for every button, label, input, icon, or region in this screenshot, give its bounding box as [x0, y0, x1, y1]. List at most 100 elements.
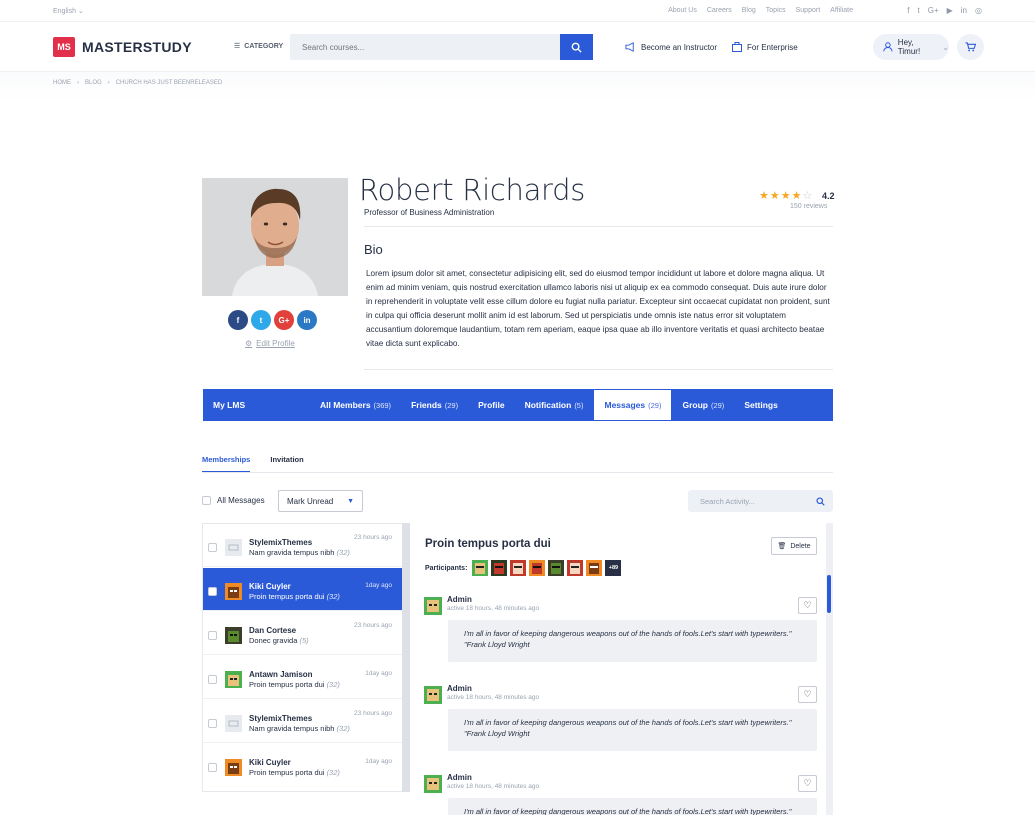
divider: [202, 472, 833, 473]
conversation-time: 23 hours ago: [354, 710, 392, 717]
conversation-time: 1day ago: [365, 670, 392, 677]
participant-avatar[interactable]: [491, 560, 508, 576]
tab-count: (29): [444, 400, 459, 410]
search-activity-placeholder: Search Activity...: [700, 496, 755, 506]
avatar: [225, 583, 242, 600]
checkbox[interactable]: [208, 763, 217, 772]
top-bar: [0, 0, 1035, 22]
twitter-icon[interactable]: t: [251, 310, 271, 330]
top-social-icons: f t G+ ▶ in ◎: [907, 6, 982, 15]
megaphone-icon: [625, 42, 634, 52]
heart-icon: ♡: [803, 689, 812, 699]
like-button[interactable]: ♡: [798, 775, 817, 792]
avatar: [225, 539, 242, 556]
top-link-affiliate[interactable]: Affiliate: [830, 7, 853, 14]
search-icon[interactable]: [816, 496, 825, 506]
all-messages-toggle[interactable]: All Messages: [202, 496, 265, 505]
instagram-icon[interactable]: ◎: [975, 6, 982, 15]
for-enterprise-link[interactable]: For Enterprise: [732, 42, 798, 52]
message-count: (32): [326, 680, 340, 689]
conversation-subject: Proin tempus porta dui (32): [249, 592, 340, 601]
participant-avatar[interactable]: [472, 560, 489, 576]
thread-scrollbar-thumb[interactable]: [827, 575, 831, 613]
message-author: Admin: [447, 595, 472, 604]
checkbox[interactable]: [202, 496, 211, 505]
participant-avatar[interactable]: [548, 560, 565, 576]
participant-avatar[interactable]: [567, 560, 584, 576]
conversation-item[interactable]: StylemixThemes Nam gravida tempus nibh (…: [203, 700, 402, 743]
checkbox[interactable]: [208, 587, 217, 596]
linkedin-icon[interactable]: in: [297, 310, 317, 330]
heart-icon: ♡: [803, 600, 812, 610]
breadcrumb-home[interactable]: HOME: [53, 80, 71, 86]
tab-messages[interactable]: Messages (29): [593, 389, 673, 421]
category-menu[interactable]: ☰ CATEGORY: [234, 42, 283, 51]
tab-my-lms[interactable]: My LMS: [203, 389, 299, 421]
top-link-blog[interactable]: Blog: [742, 7, 756, 14]
tab-all-members[interactable]: All Members (369): [299, 389, 401, 421]
delete-button[interactable]: 🗑 Delete: [771, 537, 817, 555]
tab-notification[interactable]: Notification (5): [515, 389, 594, 421]
like-button[interactable]: ♡: [798, 597, 817, 614]
divider: [364, 369, 833, 370]
message-time: active 18 hours, 48 minutes ago: [447, 605, 540, 612]
cart-button[interactable]: [957, 34, 984, 60]
conversation-time: 1day ago: [365, 758, 392, 765]
top-link-support[interactable]: Support: [796, 7, 821, 14]
become-instructor-link[interactable]: Become an Instructor: [625, 42, 717, 52]
conversation-scrollbar[interactable]: [402, 523, 410, 792]
participant-avatar[interactable]: [510, 560, 527, 576]
logo-mark[interactable]: MS: [53, 37, 75, 57]
divider: [364, 226, 833, 227]
breadcrumb-blog[interactable]: BLOG: [85, 80, 102, 86]
conversation-item[interactable]: StylemixThemes Nam gravida tempus nibh (…: [203, 524, 402, 567]
tab-profile[interactable]: Profile: [468, 389, 514, 421]
tab-friends[interactable]: Friends (29): [401, 389, 468, 421]
search-activity-input[interactable]: Search Activity...: [688, 490, 833, 512]
youtube-icon[interactable]: ▶: [947, 6, 953, 15]
edit-profile-link[interactable]: ⚙ Edit Profile: [245, 339, 295, 348]
rating-value: 4.2: [822, 191, 835, 201]
participants-label: Participants:: [425, 564, 468, 572]
participant-avatar[interactable]: [529, 560, 546, 576]
chevron-down-icon: ⌄: [77, 8, 84, 15]
google-plus-icon[interactable]: G+: [274, 310, 294, 330]
thread-scrollbar[interactable]: [826, 523, 833, 815]
top-link-about[interactable]: About Us: [668, 7, 697, 14]
facebook-icon[interactable]: f: [228, 310, 248, 330]
subject-text: Nam gravida tempus nibh: [249, 548, 335, 557]
checkbox[interactable]: [208, 631, 217, 640]
conversation-item[interactable]: Kiki Cuyler Proin tempus porta dui (32) …: [203, 568, 402, 611]
participants-more-badge[interactable]: +89: [605, 560, 622, 576]
linkedin-icon[interactable]: in: [961, 6, 967, 15]
twitter-icon[interactable]: t: [917, 6, 919, 15]
checkbox[interactable]: [208, 719, 217, 728]
user-menu[interactable]: Hey, Timur! ⌄: [873, 34, 949, 60]
search-input[interactable]: [290, 34, 560, 60]
logo-text[interactable]: MASTERSTUDY: [82, 39, 192, 55]
tab-count: (369): [373, 400, 392, 410]
tab-group[interactable]: Group (29): [672, 389, 734, 421]
star-icon: ★: [780, 190, 791, 202]
search-button[interactable]: [560, 34, 593, 60]
tab-settings[interactable]: Settings: [734, 389, 788, 421]
subtab-memberships[interactable]: Memberships: [202, 455, 251, 473]
google-plus-icon[interactable]: G+: [928, 6, 939, 15]
tab-label: Group: [682, 400, 708, 410]
tab-count: (5): [574, 400, 584, 410]
like-button[interactable]: ♡: [798, 686, 817, 703]
checkbox[interactable]: [208, 675, 217, 684]
participant-avatar[interactable]: [586, 560, 603, 576]
conversation-item[interactable]: Kiki Cuyler Proin tempus porta dui (32) …: [203, 744, 402, 787]
checkbox[interactable]: [208, 543, 217, 552]
conversation-item[interactable]: Dan Cortese Donec gravida (5) 23 hours a…: [203, 612, 402, 655]
avatar: [225, 627, 242, 644]
language-selector[interactable]: English ⌄: [53, 7, 84, 15]
conversation-item[interactable]: Antawn Jamison Proin tempus porta dui (3…: [203, 656, 402, 699]
cart-icon: [965, 42, 976, 52]
facebook-icon[interactable]: f: [907, 6, 909, 15]
top-link-topics[interactable]: Topics: [766, 7, 786, 14]
mark-unread-select[interactable]: Mark Unread ▼: [278, 490, 363, 512]
top-link-careers[interactable]: Careers: [707, 7, 732, 14]
subtab-invitation[interactable]: Invitation: [270, 455, 303, 473]
